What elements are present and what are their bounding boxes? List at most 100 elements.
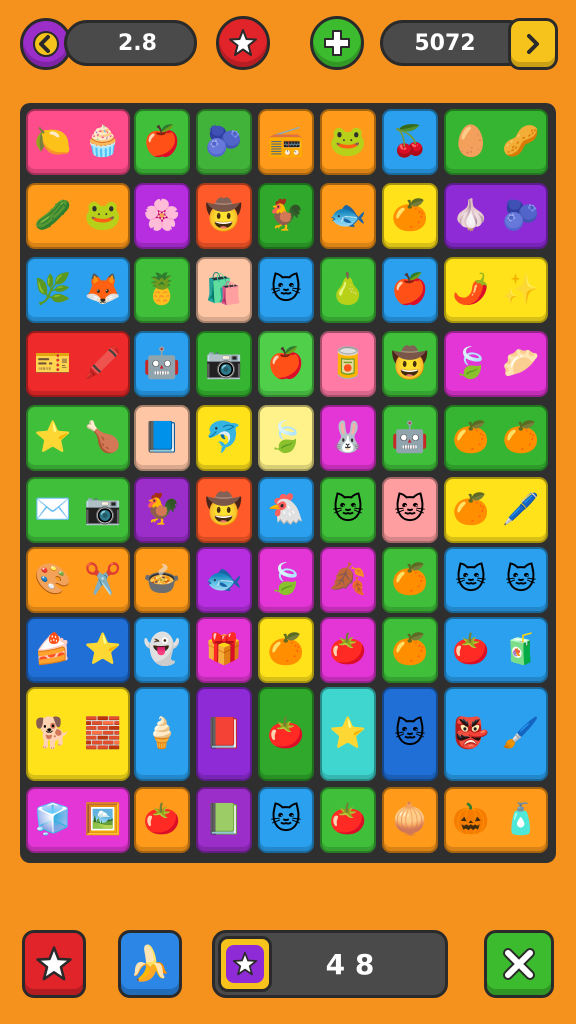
board-tile[interactable]: 🍊 🍊	[444, 405, 548, 471]
tile-icon: 🍅	[267, 716, 305, 751]
board-tile[interactable]: 🍊	[382, 617, 438, 683]
board-tile[interactable]: 🐕 🧱	[26, 687, 130, 781]
tile-icon: 🖼️	[84, 802, 122, 837]
board-tile[interactable]: 🐱	[320, 477, 376, 543]
board-tile[interactable]: 🍲	[134, 547, 190, 613]
star-icon	[229, 29, 257, 56]
tile-icon: 🍋	[34, 124, 72, 159]
board-tile[interactable]: 🎨 ✂️	[26, 547, 130, 613]
board-tile[interactable]: 🐱	[382, 477, 438, 543]
board-tile[interactable]: ✉️ 📷	[26, 477, 130, 543]
board-tile[interactable]: 🤠	[196, 477, 252, 543]
board-tile[interactable]: 👻	[134, 617, 190, 683]
tile-icon: 🫐	[205, 124, 243, 159]
board-tile[interactable]: 🍎	[134, 109, 190, 175]
board-tile[interactable]: 🎫 🖍️	[26, 331, 130, 397]
tile-icon: 🐱	[332, 492, 364, 527]
tile-icon: 🖊️	[502, 492, 540, 527]
board-tile[interactable]: 🍂	[320, 547, 376, 613]
board-tile[interactable]: 🥫	[320, 331, 376, 397]
board-tile[interactable]: 🍰 ⭐	[26, 617, 130, 683]
tile-icon: 🧱	[84, 716, 122, 751]
board-tile[interactable]: 🐱	[258, 787, 314, 853]
board-tile[interactable]: 🍅	[320, 617, 376, 683]
tile-icon: 🍊	[452, 492, 490, 527]
board-tile[interactable]: 🍐	[320, 257, 376, 323]
board-tile[interactable]: 🧄 🫐	[444, 183, 548, 249]
board-tile[interactable]: 📻	[258, 109, 314, 175]
board-tile[interactable]: 🐸	[320, 109, 376, 175]
board-tile[interactable]: 🍊	[382, 547, 438, 613]
star-powerup-button[interactable]	[22, 930, 86, 998]
board-tile[interactable]: 🐓	[134, 477, 190, 543]
board-tile[interactable]: 🍅	[320, 787, 376, 853]
tile-icon: 🌸	[143, 198, 181, 233]
board-tile[interactable]: 📕	[196, 687, 252, 781]
board-tile[interactable]: 🛍️	[196, 257, 252, 323]
board-tile[interactable]: 🍊 🖊️	[444, 477, 548, 543]
counter-value: 4 8	[325, 947, 375, 981]
board-tile[interactable]: 🥚 🥜	[444, 109, 548, 175]
board-tile[interactable]: 🍅	[258, 687, 314, 781]
board-tile[interactable]: 🍊	[382, 183, 438, 249]
close-button[interactable]	[484, 930, 554, 998]
board-tile[interactable]: 🐱	[258, 257, 314, 323]
board-tile[interactable]: 🌸	[134, 183, 190, 249]
board-tile[interactable]: 📗	[196, 787, 252, 853]
board-tile[interactable]: 🍋 🧁	[26, 109, 130, 175]
board-tile[interactable]: ⭐ 🍗	[26, 405, 130, 471]
board-tile[interactable]: 🤖	[134, 331, 190, 397]
tile-icon: 🍅	[329, 632, 367, 667]
board-tile[interactable]: 🤖	[382, 405, 438, 471]
board-tile[interactable]: 🍃	[258, 547, 314, 613]
board-tile[interactable]: 🍃 🥟	[444, 331, 548, 397]
board-tile[interactable]: 🍒	[382, 109, 438, 175]
tile-icon: 🫐	[502, 198, 540, 233]
tile-icon: 🍰	[34, 632, 72, 667]
board-tile[interactable]: 🎃 🧴	[444, 787, 548, 853]
banana-powerup-button[interactable]: 🍌	[118, 930, 182, 998]
board-tile[interactable]: 🐟	[320, 183, 376, 249]
board-tile[interactable]: 🍎	[382, 257, 438, 323]
next-button[interactable]	[508, 18, 558, 70]
add-button[interactable]	[310, 16, 364, 70]
board-tile[interactable]: 🌿 🦊	[26, 257, 130, 323]
board-tile[interactable]: 🫐	[196, 109, 252, 175]
board-tile[interactable]: 🌶️ ✨	[444, 257, 548, 323]
board-tile[interactable]: 🧊 🖼️	[26, 787, 130, 853]
board-tile[interactable]: 🍅	[134, 787, 190, 853]
board-tile[interactable]: 🥒 🐸	[26, 183, 130, 249]
board-tile[interactable]: 🐱	[382, 687, 438, 781]
tile-icon: 📻	[267, 124, 305, 159]
banana-icon: 🍌	[128, 944, 172, 984]
board-tile[interactable]: 👺 🖌️	[444, 687, 548, 781]
board-tile[interactable]: 🍃	[258, 405, 314, 471]
board-tile[interactable]: 🍍	[134, 257, 190, 323]
level-value: 2.8	[118, 30, 157, 56]
board-tile[interactable]: 🐔	[258, 477, 314, 543]
board-tile[interactable]: ⭐	[320, 687, 376, 781]
board-tile[interactable]: 🐓	[258, 183, 314, 249]
board-tile[interactable]: 🍎	[258, 331, 314, 397]
tile-icon: 🍊	[267, 632, 305, 667]
tile-icon: 🍂	[329, 562, 367, 597]
board-tile[interactable]: 📘	[134, 405, 190, 471]
star-icon	[36, 946, 72, 981]
board-tile[interactable]: 🍦	[134, 687, 190, 781]
board-tile[interactable]: 🎁	[196, 617, 252, 683]
tile-icon: 🐱	[505, 562, 537, 597]
board-tile[interactable]: 📷	[196, 331, 252, 397]
board-tile[interactable]: 🐟	[196, 547, 252, 613]
tile-icon: 🍊	[452, 420, 490, 455]
tile-icon: 🎁	[205, 632, 243, 667]
board-tile[interactable]: 🍅 🧃	[444, 617, 548, 683]
board-tile[interactable]: 🤠	[382, 331, 438, 397]
star-button[interactable]	[216, 16, 270, 70]
board-tile[interactable]: 🐰	[320, 405, 376, 471]
board-tile[interactable]: 🧅	[382, 787, 438, 853]
board-tile[interactable]: 🤠	[196, 183, 252, 249]
board-tile[interactable]: 🐬	[196, 405, 252, 471]
board-tile[interactable]: 🐱 🐱	[444, 547, 548, 613]
tile-icon: 🛍️	[205, 272, 243, 307]
board-tile[interactable]: 🍊	[258, 617, 314, 683]
